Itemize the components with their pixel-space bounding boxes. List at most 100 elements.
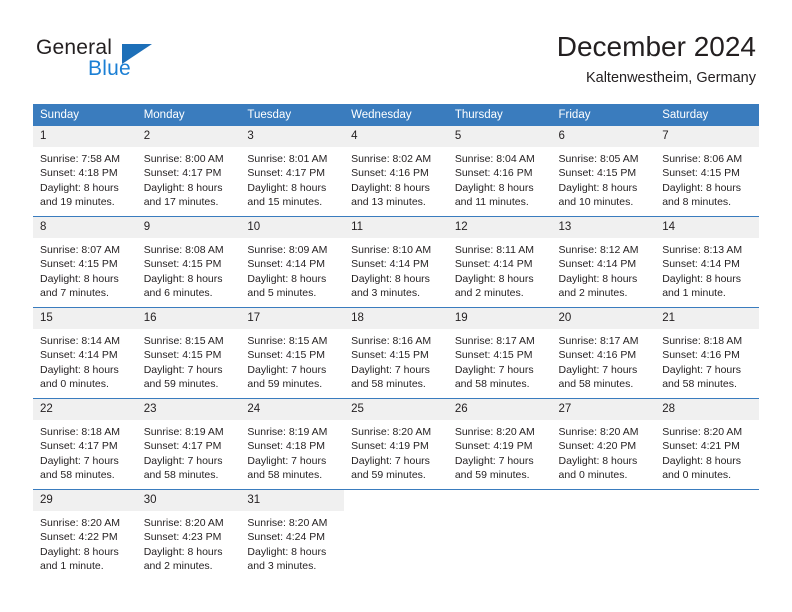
daylight-text-line1: Daylight: 7 hours <box>247 454 327 467</box>
day-details: Sunrise: 8:17 AM Sunset: 4:16 PM Daylight:… <box>552 329 656 391</box>
sunset-text: Sunset: 4:17 PM <box>247 167 326 180</box>
daylight-text-line1: Daylight: 8 hours <box>40 545 119 558</box>
day-details: Sunrise: 8:15 AM Sunset: 4:15 PM Daylight:… <box>240 329 344 391</box>
sunrise-text: Sunrise: 8:18 AM <box>662 335 743 347</box>
sunrise-text: Sunrise: 8:13 AM <box>662 244 743 256</box>
daylight-text-line1: Daylight: 7 hours <box>143 454 223 467</box>
day-number: 9 <box>136 217 241 238</box>
day-number: 10 <box>240 217 345 238</box>
sunset-text: Sunset: 4:15 PM <box>40 258 118 271</box>
sunset-text: Sunset: 4:14 PM <box>454 258 533 271</box>
calendar-day-cell[interactable]: 12 Sunrise: 8:11 AM Sunset: 4:14 PM Dayligh… <box>447 216 552 308</box>
daylight-text-line2: and 59 minutes. <box>351 468 426 481</box>
calendar-day-cell[interactable]: 20 Sunrise: 8:17 AM Sunset: 4:16 PM Dayligh… <box>551 307 656 399</box>
daylight-text-line2: and 59 minutes. <box>247 377 323 390</box>
calendar-day-cell[interactable]: 9 Sunrise: 8:08 AM Sunset: 4:15 PM Daylight… <box>136 216 241 308</box>
calendar-day-cell[interactable]: 30 Sunrise: 8:20 AM Sunset: 4:23 PM Dayligh… <box>136 489 241 580</box>
calendar-day-cell[interactable]: 16 Sunrise: 8:15 AM Sunset: 4:15 PM Dayligh… <box>136 307 241 399</box>
daylight-text-line2: and 2 minutes. <box>454 286 524 299</box>
calendar-day-cell[interactable]: 3 Sunrise: 8:01 AM Sunset: 4:17 PM Daylight… <box>240 126 345 217</box>
day-number <box>655 490 759 498</box>
daylight-text-line1: Daylight: 7 hours <box>351 454 430 467</box>
daylight-text-line1: Daylight: 8 hours <box>351 181 430 194</box>
calendar-day-cell[interactable]: 27 Sunrise: 8:20 AM Sunset: 4:20 PM Dayligh… <box>551 398 656 490</box>
sunset-text: Sunset: 4:14 PM <box>40 349 118 362</box>
sunset-text: Sunset: 4:21 PM <box>662 440 740 453</box>
calendar-day-cell[interactable]: 6 Sunrise: 8:05 AM Sunset: 4:15 PM Daylight… <box>551 126 656 217</box>
sunset-text: Sunset: 4:15 PM <box>558 167 637 180</box>
calendar-day-cell[interactable]: 26 Sunrise: 8:20 AM Sunset: 4:19 PM Dayligh… <box>447 398 552 490</box>
calendar-page: General Blue December 2024 Kaltenwesthei… <box>0 0 792 612</box>
day-number: 12 <box>447 217 552 238</box>
calendar-day-cell[interactable]: 15 Sunrise: 8:14 AM Sunset: 4:14 PM Dayligh… <box>33 307 137 399</box>
day-details: Sunrise: 8:15 AM Sunset: 4:15 PM Daylight:… <box>137 329 241 391</box>
calendar-day-cell[interactable]: 18 Sunrise: 8:16 AM Sunset: 4:15 PM Dayligh… <box>344 307 448 399</box>
day-number: 16 <box>136 308 241 329</box>
sunrise-text: Sunrise: 8:19 AM <box>143 426 224 438</box>
calendar-day-cell[interactable]: 21 Sunrise: 8:18 AM Sunset: 4:16 PM Dayligh… <box>655 307 759 399</box>
calendar-day-cell[interactable]: 5 Sunrise: 8:04 AM Sunset: 4:16 PM Daylight… <box>447 126 552 217</box>
calendar-day-cell[interactable]: 28 Sunrise: 8:20 AM Sunset: 4:21 PM Dayligh… <box>655 398 759 490</box>
day-number <box>447 490 552 498</box>
sunrise-text: Sunrise: 8:20 AM <box>558 426 639 438</box>
sunset-text: Sunset: 4:15 PM <box>454 349 533 362</box>
sunset-text: Sunset: 4:19 PM <box>454 440 533 453</box>
calendar-day-cell[interactable]: 8 Sunrise: 8:07 AM Sunset: 4:15 PM Daylight… <box>33 216 137 308</box>
daylight-text-line2: and 6 minutes. <box>143 286 213 299</box>
day-number: 3 <box>240 126 345 147</box>
calendar-day-cell[interactable]: 22 Sunrise: 8:18 AM Sunset: 4:17 PM Dayligh… <box>33 398 137 490</box>
day-number <box>344 490 448 498</box>
day-number: 5 <box>447 126 552 147</box>
day-details: Sunrise: 8:04 AM Sunset: 4:16 PM Daylight:… <box>448 147 552 209</box>
day-number: 27 <box>551 399 656 420</box>
calendar-day-cell[interactable]: 14 Sunrise: 8:13 AM Sunset: 4:14 PM Dayligh… <box>655 216 759 308</box>
day-details: Sunrise: 7:58 AM Sunset: 4:18 PM Daylight:… <box>33 147 137 209</box>
day-number: 14 <box>655 217 759 238</box>
calendar-day-cell[interactable]: 4 Sunrise: 8:02 AM Sunset: 4:16 PM Daylight… <box>344 126 448 217</box>
logo[interactable]: General Blue <box>36 36 166 84</box>
daylight-text-line2: and 8 minutes. <box>662 195 732 208</box>
weekday-header-tuesday: Tuesday <box>240 104 345 126</box>
day-number: 29 <box>33 490 137 511</box>
daylight-text-line1: Daylight: 7 hours <box>558 363 638 376</box>
daylight-text-line1: Daylight: 8 hours <box>558 454 638 467</box>
calendar-day-cell[interactable]: 13 Sunrise: 8:12 AM Sunset: 4:14 PM Dayligh… <box>551 216 656 308</box>
daylight-text-line2: and 11 minutes. <box>454 195 529 208</box>
day-details: Sunrise: 8:02 AM Sunset: 4:16 PM Daylight:… <box>344 147 448 209</box>
day-details: Sunrise: 8:19 AM Sunset: 4:18 PM Daylight:… <box>240 420 344 482</box>
daylight-text-line1: Daylight: 8 hours <box>247 272 327 285</box>
day-details: Sunrise: 8:20 AM Sunset: 4:20 PM Daylight:… <box>552 420 656 482</box>
daylight-text-line1: Daylight: 7 hours <box>454 363 534 376</box>
sunset-text: Sunset: 4:14 PM <box>351 258 429 271</box>
calendar-day-cell[interactable]: 23 Sunrise: 8:19 AM Sunset: 4:17 PM Dayligh… <box>136 398 241 490</box>
page-title: December 2024 <box>556 31 756 62</box>
sunrise-text: Sunrise: 8:04 AM <box>454 153 535 165</box>
calendar-day-cell[interactable]: 1 Sunrise: 7:58 AM Sunset: 4:18 PM Daylight… <box>33 126 137 217</box>
day-details: Sunrise: 8:00 AM Sunset: 4:17 PM Daylight:… <box>137 147 241 209</box>
calendar-day-cell[interactable]: 31 Sunrise: 8:20 AM Sunset: 4:24 PM Dayligh… <box>240 489 345 580</box>
calendar-day-cell[interactable]: 29 Sunrise: 8:20 AM Sunset: 4:22 PM Dayligh… <box>33 489 137 580</box>
day-number: 18 <box>344 308 448 329</box>
calendar-day-cell[interactable]: 2 Sunrise: 8:00 AM Sunset: 4:17 PM Daylight… <box>136 126 241 217</box>
sunset-text: Sunset: 4:15 PM <box>143 258 222 271</box>
calendar-cell-empty <box>551 489 656 580</box>
calendar-day-cell[interactable]: 7 Sunrise: 8:06 AM Sunset: 4:15 PM Daylight… <box>655 126 759 217</box>
sunrise-text: Sunrise: 8:00 AM <box>143 153 224 165</box>
day-number: 7 <box>655 126 759 147</box>
calendar-day-cell[interactable]: 17 Sunrise: 8:15 AM Sunset: 4:15 PM Dayligh… <box>240 307 345 399</box>
daylight-text-line1: Daylight: 8 hours <box>247 545 327 558</box>
calendar-day-cell[interactable]: 24 Sunrise: 8:19 AM Sunset: 4:18 PM Dayligh… <box>240 398 345 490</box>
calendar-day-cell[interactable]: 25 Sunrise: 8:20 AM Sunset: 4:19 PM Dayligh… <box>344 398 448 490</box>
daylight-text-line2: and 58 minutes. <box>351 377 426 390</box>
daylight-text-line1: Daylight: 8 hours <box>40 181 119 194</box>
daylight-text-line2: and 58 minutes. <box>454 377 530 390</box>
weekday-header-saturday: Saturday <box>655 104 759 126</box>
daylight-text-line1: Daylight: 8 hours <box>143 272 223 285</box>
sunset-text: Sunset: 4:14 PM <box>558 258 637 271</box>
page-subtitle: Kaltenwestheim, Germany <box>585 70 756 86</box>
calendar-header-row: Sunday Monday Tuesday Wednesday Thursday… <box>33 104 759 126</box>
calendar-day-cell[interactable]: 19 Sunrise: 8:17 AM Sunset: 4:15 PM Dayligh… <box>447 307 552 399</box>
day-details: Sunrise: 8:18 AM Sunset: 4:17 PM Daylight:… <box>33 420 137 482</box>
calendar-day-cell[interactable]: 11 Sunrise: 8:10 AM Sunset: 4:14 PM Dayligh… <box>344 216 448 308</box>
calendar-day-cell[interactable]: 10 Sunrise: 8:09 AM Sunset: 4:14 PM Dayligh… <box>240 216 345 308</box>
